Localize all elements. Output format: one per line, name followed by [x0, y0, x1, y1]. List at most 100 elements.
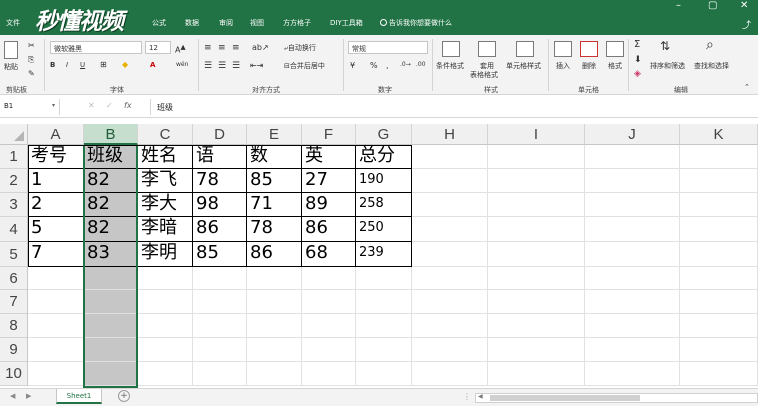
cell-i8[interactable]	[488, 314, 585, 338]
fill-icon[interactable]: ⬇	[634, 55, 642, 65]
cell-k7[interactable]	[680, 290, 758, 314]
cell-c3[interactable]: 李大	[138, 193, 193, 217]
cell-j4[interactable]	[585, 217, 680, 242]
cell-h4[interactable]	[412, 217, 488, 242]
cell-g7[interactable]	[356, 290, 412, 314]
tab-data[interactable]: 数据	[185, 18, 199, 28]
horizontal-scrollbar[interactable]: ◀	[475, 393, 758, 403]
sheet-tab-active[interactable]: Sheet1	[56, 389, 102, 404]
cell-c5[interactable]: 李明	[138, 242, 193, 267]
cell-f2[interactable]: 27	[302, 169, 356, 193]
close-icon[interactable]: ✕	[740, 0, 748, 11]
cell-j3[interactable]	[585, 193, 680, 217]
cell-b3[interactable]: 82	[84, 193, 138, 217]
comma-button[interactable]: ,	[386, 61, 389, 70]
cell-h1[interactable]	[412, 145, 488, 169]
cell-a10[interactable]	[28, 362, 84, 386]
cell-d10[interactable]	[193, 362, 247, 386]
align-right-icon[interactable]: ☰	[232, 61, 240, 71]
cell-f4[interactable]: 86	[302, 217, 356, 242]
tab-view[interactable]: 视图	[250, 18, 264, 28]
cell-i7[interactable]	[488, 290, 585, 314]
indent-icon[interactable]: ⇤⇥	[250, 61, 263, 70]
cell-c9[interactable]	[138, 338, 193, 362]
row-header-2[interactable]: 2	[0, 169, 28, 193]
row-header-7[interactable]: 7	[0, 290, 28, 314]
cell-j9[interactable]	[585, 338, 680, 362]
cell-g9[interactable]	[356, 338, 412, 362]
orientation-icon[interactable]: ab↗	[252, 43, 269, 52]
row-header-5[interactable]: 5	[0, 242, 28, 267]
column-header-d[interactable]: D	[193, 124, 247, 145]
select-all-button[interactable]	[0, 124, 28, 145]
add-sheet-button[interactable]: +	[118, 390, 130, 402]
column-header-e[interactable]: E	[247, 124, 302, 145]
cell-a9[interactable]	[28, 338, 84, 362]
cell-styles-icon[interactable]	[516, 41, 534, 57]
find-select-button[interactable]: 查找和选择	[694, 61, 729, 71]
cell-k3[interactable]	[680, 193, 758, 217]
cell-f10[interactable]	[302, 362, 356, 386]
format-as-table-icon[interactable]	[478, 41, 496, 57]
tell-me-search[interactable]: 告诉我你想要做什么	[380, 18, 452, 28]
cell-f1[interactable]: 英	[302, 145, 356, 169]
cell-j7[interactable]	[585, 290, 680, 314]
cell-d8[interactable]	[193, 314, 247, 338]
collapse-ribbon-icon[interactable]: ⌃	[744, 83, 750, 91]
cell-b2[interactable]: 82	[84, 169, 138, 193]
column-header-g[interactable]: G	[356, 124, 412, 145]
cell-j10[interactable]	[585, 362, 680, 386]
cell-h7[interactable]	[412, 290, 488, 314]
format-cells-button[interactable]: 格式	[608, 61, 622, 71]
font-color-button[interactable]: A	[150, 61, 155, 69]
cell-k9[interactable]	[680, 338, 758, 362]
font-name-select[interactable]: 微软雅黑	[50, 41, 142, 54]
borders-icon[interactable]: ⊞	[100, 60, 107, 69]
cell-e4[interactable]: 78	[247, 217, 302, 242]
cell-d7[interactable]	[193, 290, 247, 314]
merge-center-button[interactable]: ⊟合并后居中	[284, 61, 325, 71]
cell-a1[interactable]: 考号	[28, 145, 84, 169]
underline-button[interactable]: U	[80, 61, 85, 69]
cell-styles-button[interactable]: 单元格样式	[506, 61, 541, 71]
tab-fangfang[interactable]: 方方格子	[283, 18, 311, 28]
copy-icon[interactable]: ⎘	[28, 55, 34, 65]
delete-cells-button[interactable]: 删除	[582, 61, 596, 71]
cell-i1[interactable]	[488, 145, 585, 169]
sort-filter-icon[interactable]: ⇅	[660, 39, 670, 53]
cell-f6[interactable]	[302, 267, 356, 290]
insert-cells-icon[interactable]	[554, 41, 572, 57]
cell-h3[interactable]	[412, 193, 488, 217]
row-header-9[interactable]: 9	[0, 338, 28, 362]
minimize-icon[interactable]: –	[676, 0, 681, 11]
cell-k1[interactable]	[680, 145, 758, 169]
insert-cells-button[interactable]: 插入	[556, 61, 570, 71]
tab-formulas[interactable]: 公式	[152, 18, 166, 28]
maximize-icon[interactable]: ▢	[708, 0, 717, 11]
cell-b7[interactable]	[84, 290, 138, 314]
format-as-table-line2[interactable]: 表格格式	[470, 70, 498, 80]
cell-c10[interactable]	[138, 362, 193, 386]
format-painter-icon[interactable]: ✎	[28, 69, 35, 78]
row-header-6[interactable]: 6	[0, 267, 28, 290]
paste-button-label[interactable]: 粘贴	[4, 62, 18, 72]
cell-h6[interactable]	[412, 267, 488, 290]
align-middle-icon[interactable]: ≡	[218, 43, 226, 53]
decimal-decrease-icon[interactable]: .00	[416, 61, 426, 68]
cell-a7[interactable]	[28, 290, 84, 314]
cell-f9[interactable]	[302, 338, 356, 362]
scroll-sheets-left-icon[interactable]: ◀	[10, 392, 15, 400]
cell-g5[interactable]: 239	[356, 242, 412, 267]
cell-j8[interactable]	[585, 314, 680, 338]
cell-i9[interactable]	[488, 338, 585, 362]
cell-b5[interactable]: 83	[84, 242, 138, 267]
scroll-thumb[interactable]	[490, 395, 640, 401]
font-size-select[interactable]: 12	[145, 41, 171, 54]
cell-k10[interactable]	[680, 362, 758, 386]
cell-e6[interactable]	[247, 267, 302, 290]
number-format-select[interactable]: 常规	[348, 41, 428, 54]
conditional-format-button[interactable]: 条件格式	[436, 61, 464, 71]
cell-e5[interactable]: 86	[247, 242, 302, 267]
decimal-increase-icon[interactable]: .0→	[400, 61, 411, 68]
phonetic-button[interactable]: wén	[176, 61, 188, 68]
